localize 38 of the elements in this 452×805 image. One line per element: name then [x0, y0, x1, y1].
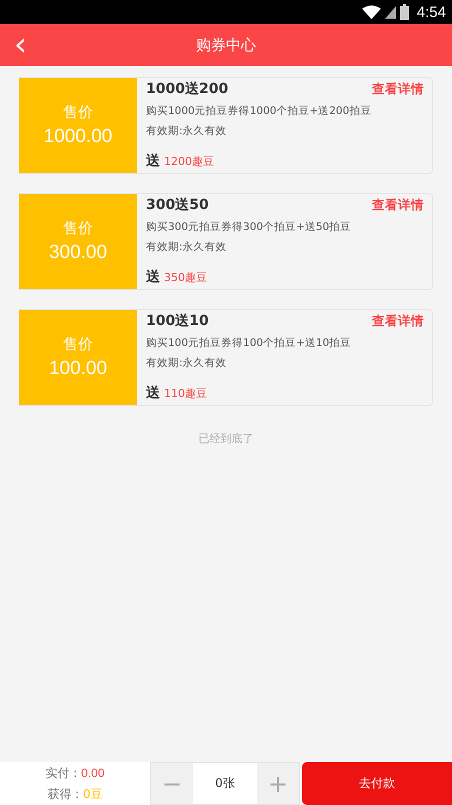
coupon-description: 购买100元拍豆券得100个拍豆+送10拍豆: [146, 336, 352, 350]
coupon-title: 300送50: [146, 196, 209, 214]
view-details-link[interactable]: 查看详情: [372, 312, 424, 330]
pay-button[interactable]: 去付款: [302, 762, 452, 805]
increase-button[interactable]: +: [257, 763, 299, 804]
price-label: 售价: [63, 103, 93, 122]
coupon-description: 购买1000元拍豆券得1000个拍豆+送200拍豆: [146, 104, 372, 118]
battery-icon: [400, 4, 409, 20]
signal-icon: [384, 6, 396, 18]
validity-text: 有效期:永久有效: [146, 356, 228, 370]
price-value: 1000.00: [44, 126, 112, 148]
bonus-label: 送: [146, 268, 160, 286]
end-note: 已经到底了: [198, 431, 254, 446]
paid-label: 实付 :: [45, 766, 78, 780]
bonus-value: 350趣豆: [164, 270, 207, 285]
bonus-label: 送: [146, 152, 160, 170]
price-value: 100.00: [48, 358, 108, 380]
coupon-title: 1000送200: [146, 80, 228, 98]
earned-label: 获得 :: [47, 786, 80, 800]
wifi-icon: [362, 4, 381, 20]
view-details-link[interactable]: 查看详情: [372, 196, 424, 214]
validity-text: 有效期:永久有效: [146, 240, 228, 254]
page-title: 购券中心: [196, 36, 256, 54]
back-button[interactable]: ‹: [14, 28, 27, 60]
view-details-link[interactable]: 查看详情: [372, 80, 424, 98]
earned-amount: 0豆: [83, 786, 103, 800]
coupon-description: 购买300元拍豆券得300个拍豆+送50拍豆: [146, 220, 352, 234]
price-label: 售价: [63, 335, 93, 354]
coupon-title: 100送10: [146, 312, 209, 330]
bonus-label: 送: [146, 384, 160, 402]
validity-text: 有效期:永久有效: [146, 124, 228, 138]
decrease-button[interactable]: −: [151, 763, 193, 804]
price-label: 售价: [63, 219, 93, 238]
status-time: 4:54: [416, 4, 446, 20]
bonus-value: 110趣豆: [164, 386, 207, 401]
bonus-value: 1200趣豆: [164, 154, 214, 169]
price-value: 300.00: [48, 242, 108, 264]
paid-amount: 0.00: [81, 766, 105, 780]
